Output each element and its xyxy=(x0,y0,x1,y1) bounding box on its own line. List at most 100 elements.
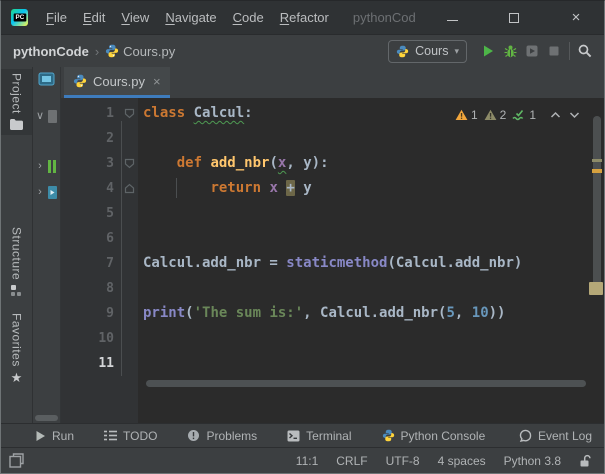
run-configuration-select[interactable]: Cours ▾ xyxy=(388,39,467,63)
horizontal-scrollbar[interactable] xyxy=(146,380,586,387)
code-lines[interactable]: class Calcul: def add_nbr(x, y): return … xyxy=(138,98,590,423)
tab-cours-py[interactable]: Cours.py × xyxy=(64,67,170,98)
gutter-line[interactable]: 5 xyxy=(61,201,138,226)
gutter-line[interactable]: 3 xyxy=(61,151,138,176)
breadcrumb-file[interactable]: Cours.py xyxy=(123,44,175,59)
menu-refactor[interactable]: Refactor xyxy=(272,7,337,28)
run-button[interactable] xyxy=(477,40,499,62)
pycharm-logo-icon: PC xyxy=(11,9,28,26)
line-number: 3 xyxy=(106,156,114,171)
indent-widget[interactable]: 4 spaces xyxy=(438,454,486,468)
python-file-icon xyxy=(73,74,87,88)
typo-indicator[interactable]: 1 xyxy=(512,108,536,122)
scrollbar-thumb[interactable] xyxy=(593,116,601,291)
breadcrumb-project[interactable]: pythonCode xyxy=(13,44,89,59)
menu-navigate[interactable]: Navigate xyxy=(157,7,224,28)
main-area: Project Structure Favorites ★ ∨ › › Cour… xyxy=(1,67,604,423)
fold-gutter-space xyxy=(120,301,138,326)
gutter-line[interactable]: 4 xyxy=(61,176,138,201)
line-separator-widget[interactable]: CRLF xyxy=(336,454,367,468)
interpreter-widget[interactable]: Python 3.8 xyxy=(504,454,561,468)
fold-marker-icon[interactable] xyxy=(120,151,138,176)
tree-row-item[interactable]: › xyxy=(35,183,61,201)
statusbar-widgets: 11:1 CRLF UTF-8 4 spaces Python 3.8 xyxy=(296,454,592,468)
menu-code[interactable]: Code xyxy=(225,7,272,28)
close-button[interactable]: × xyxy=(562,7,590,29)
search-everywhere-button[interactable] xyxy=(574,40,596,62)
chevron-up-icon[interactable] xyxy=(550,111,561,119)
weak-warning-indicator[interactable]: 2 xyxy=(484,108,507,122)
stripe-button-favorites[interactable]: Favorites ★ xyxy=(1,309,32,388)
code-line: return x + y xyxy=(210,180,312,196)
tab-close-icon[interactable]: × xyxy=(153,74,161,89)
gutter-line[interactable]: 7 xyxy=(61,251,138,276)
unlock-icon[interactable] xyxy=(579,454,592,468)
maximize-button[interactable] xyxy=(500,7,528,29)
project-panel-scrollbar[interactable] xyxy=(35,415,58,421)
stripe-button-structure[interactable]: Structure xyxy=(1,223,32,301)
gutter-line[interactable]: 11 xyxy=(61,351,138,376)
fold-marker-icon[interactable] xyxy=(120,101,138,126)
gutter-line[interactable]: 6 xyxy=(61,226,138,251)
debug-button[interactable] xyxy=(499,40,521,62)
todo-list-icon xyxy=(104,430,118,441)
minimize-button[interactable] xyxy=(438,7,466,29)
gutter-line[interactable]: 2 xyxy=(61,126,138,151)
chevron-collapsed-icon[interactable]: › xyxy=(35,160,45,172)
gutter-line[interactable]: 8 xyxy=(61,276,138,301)
chevron-down-icon[interactable] xyxy=(569,111,580,119)
scrollbar-warning-mark[interactable] xyxy=(592,169,602,173)
scrollbar-warning-block[interactable] xyxy=(589,282,603,295)
toolwindow-run[interactable]: Run xyxy=(35,429,74,443)
code-line: Calcul.add_nbr = staticmethod(Calcul.add… xyxy=(143,255,523,271)
toolwindow-problems[interactable]: Problems xyxy=(187,429,257,443)
caret-position-widget[interactable]: 11:1 xyxy=(296,454,318,468)
minimize-icon xyxy=(446,20,458,21)
toolwindow-event-log[interactable]: Event Log xyxy=(519,429,592,443)
toolwindow-python-console[interactable]: Python Console xyxy=(382,428,486,443)
line-number: 11 xyxy=(98,356,114,371)
encoding-widget[interactable]: UTF-8 xyxy=(386,454,420,468)
line-number: 9 xyxy=(106,306,114,321)
menu-file[interactable]: File xyxy=(38,7,75,28)
weak-warning-triangle-icon xyxy=(484,109,497,121)
chevron-collapsed-icon[interactable]: › xyxy=(35,186,45,198)
gutter-line[interactable]: 1 xyxy=(61,101,138,126)
project-view-icon[interactable] xyxy=(38,72,55,86)
toolwindow-label: Run xyxy=(52,428,75,443)
toolwindow-todo[interactable]: TODO xyxy=(104,429,157,443)
scrollbar-weak-warning-mark[interactable] xyxy=(592,159,602,162)
stop-button[interactable] xyxy=(543,40,565,62)
chevron-expanded-icon[interactable]: ∨ xyxy=(35,110,45,122)
tree-item-icon xyxy=(48,185,57,199)
run-with-coverage-button[interactable] xyxy=(521,40,543,62)
editor-gutter: 1 2 3 4 5 6 7 8 9 10 11 xyxy=(61,98,138,423)
vertical-scrollbar[interactable] xyxy=(589,98,603,423)
gutter-line[interactable]: 10 xyxy=(61,326,138,351)
toolwindow-label: Python Console xyxy=(400,428,486,443)
toolwindow-label: TODO xyxy=(123,428,158,443)
line-number: 1 xyxy=(106,106,114,121)
navigation-bar: pythonCode › Cours.py Cours ▾ xyxy=(1,34,604,67)
pycharm-window: PC File Edit View Navigate Code Refactor… xyxy=(0,0,605,474)
project-panel[interactable]: ∨ › › xyxy=(33,67,61,423)
gutter-line[interactable]: 9 xyxy=(61,301,138,326)
fold-gutter-space xyxy=(120,351,138,376)
menu-view[interactable]: View xyxy=(113,7,157,28)
menu-edit[interactable]: Edit xyxy=(75,7,113,28)
code-editor[interactable]: 1 2 3 4 5 6 7 8 9 10 11 class Calcul: def add_nbr(… xyxy=(61,98,604,423)
stripe-button-project[interactable]: Project xyxy=(1,69,32,135)
problems-icon xyxy=(187,429,200,442)
weak-warning-count: 2 xyxy=(499,108,507,122)
toolwindow-terminal[interactable]: Terminal xyxy=(287,429,352,443)
inspections-widget[interactable]: 1 2 1 xyxy=(455,108,580,122)
fold-marker-icon[interactable] xyxy=(120,176,138,201)
stripe-label-structure: Structure xyxy=(9,227,24,281)
tree-row-item[interactable]: › xyxy=(35,157,61,175)
warning-indicator[interactable]: 1 xyxy=(455,108,478,122)
editor-tab-bar: Cours.py × xyxy=(61,67,604,98)
tree-row-root[interactable]: ∨ xyxy=(35,107,61,125)
toolwindow-switcher-icon[interactable] xyxy=(9,453,24,468)
